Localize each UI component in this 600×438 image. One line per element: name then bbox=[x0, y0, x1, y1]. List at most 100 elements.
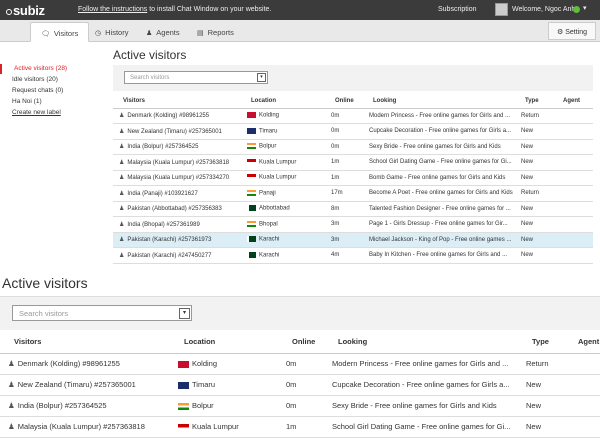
looking-page[interactable]: Michael Jackson - King of Pop - Free onl… bbox=[363, 232, 515, 248]
table-row[interactable]: ♟ New Zealand (Timaru) #257365001 Timaru 0m… bbox=[0, 374, 600, 396]
location: Timaru bbox=[259, 128, 278, 135]
table-row[interactable]: ♟ Pakistan (Karachi) #247450277 Karachi 4m B… bbox=[113, 247, 593, 264]
looking-page[interactable]: School Girl Dating Game - Free online ga… bbox=[363, 154, 515, 171]
online-time: 0m bbox=[325, 123, 363, 140]
chat-icon: 🗨 bbox=[41, 31, 50, 38]
looking-page[interactable]: Modern Princess - Free online games for … bbox=[324, 353, 518, 375]
person-icon: ♟ bbox=[119, 252, 125, 259]
visitor-type: Return bbox=[515, 185, 553, 202]
subscription-link[interactable]: Subscription bbox=[438, 6, 477, 13]
setting-button[interactable]: ⚙ Setting bbox=[548, 22, 597, 40]
location: Bolpur bbox=[259, 144, 277, 151]
visitor-name: New Zealand (Timaru) #257365001 bbox=[17, 380, 136, 389]
looking-page[interactable]: Baby In Kitchen - Free online games for … bbox=[363, 247, 515, 264]
online-time: 17m bbox=[325, 185, 363, 202]
table-row[interactable]: ♟ India (Bolpur) #257364525 Bolpur 0m Sexy B… bbox=[113, 139, 593, 155]
location: Abbottabad bbox=[259, 206, 290, 213]
col-location[interactable]: Location bbox=[241, 94, 325, 109]
table-row[interactable]: ♟ Denmark (Kolding) #98961255 Kolding 0m Mod… bbox=[113, 108, 593, 124]
tab-agents-label: Agents bbox=[156, 28, 180, 37]
sidebar-item-request-chats[interactable]: Request chats (0) bbox=[0, 86, 110, 96]
online-status-icon[interactable] bbox=[573, 6, 580, 13]
visitor-type: New bbox=[518, 374, 564, 396]
zoom-col-looking[interactable]: Looking bbox=[324, 331, 518, 354]
visitor-type: New bbox=[515, 154, 553, 171]
online-time: 8m bbox=[325, 201, 363, 217]
india-flag-icon bbox=[247, 143, 256, 150]
online-time: 0m bbox=[278, 353, 324, 375]
pakistan-flag-icon bbox=[247, 205, 256, 212]
online-time: 4m bbox=[325, 247, 363, 264]
looking-page[interactable]: Become A Poet - Free online games for Gi… bbox=[363, 185, 515, 202]
visitor-type: New bbox=[515, 139, 553, 155]
col-online[interactable]: Online bbox=[325, 94, 363, 109]
table-row[interactable]: ♟ India (Panaji) #103921627 Panaji 17m Becom… bbox=[113, 185, 593, 202]
online-time: 3m bbox=[325, 232, 363, 248]
tab-agents[interactable]: ♟ Agents bbox=[136, 22, 190, 42]
subiz-logo[interactable]: subiz bbox=[6, 3, 45, 18]
tab-history[interactable]: ◷ History bbox=[85, 22, 138, 42]
person-icon: ♟ bbox=[119, 159, 125, 166]
person-icon: ♟ bbox=[119, 144, 125, 151]
zoom-col-type[interactable]: Type bbox=[518, 331, 564, 354]
zoom-col-online[interactable]: Online bbox=[278, 331, 324, 354]
dropdown-icon[interactable]: ▾ bbox=[179, 308, 190, 319]
col-looking[interactable]: Looking bbox=[363, 94, 515, 109]
visitors-table: Visitors Location Online Looking Type Ag… bbox=[113, 94, 593, 264]
looking-page[interactable]: Bomb Game - Free online games for Girls … bbox=[363, 170, 515, 186]
online-time: 1m bbox=[325, 170, 363, 186]
location: Kolding bbox=[192, 359, 218, 368]
online-time: 0m bbox=[278, 374, 324, 396]
visitor-type: Return bbox=[518, 353, 564, 375]
visitor-name: Denmark (Kolding) #98961255 bbox=[127, 113, 210, 120]
table-row[interactable]: ♟ Malaysia (Kuala Lumpur) #257334270 Kuala… bbox=[113, 170, 593, 186]
tab-visitors[interactable]: 🗨 Visitors bbox=[30, 22, 90, 42]
create-label-link[interactable]: Create new label bbox=[0, 108, 110, 118]
table-row[interactable]: ♟ New Zealand (Timaru) #257365001 Timaru 0m… bbox=[113, 123, 593, 140]
malaysia-flag-icon bbox=[247, 174, 256, 181]
zoom-search-input[interactable]: Search visitors ▾ bbox=[12, 305, 192, 321]
sidebar-item-active-visitors[interactable]: Active visitors (28) bbox=[0, 64, 110, 74]
chart-icon: ▤ bbox=[197, 30, 204, 37]
dropdown-icon[interactable]: ▾ bbox=[257, 73, 266, 82]
location: Bolpur bbox=[192, 401, 214, 410]
zoom-col-agent[interactable]: Agent bbox=[564, 331, 600, 354]
table-row[interactable]: ♟ Denmark (Kolding) #98961255 Kolding 0m Mod… bbox=[0, 353, 600, 375]
sidebar-item-idle-visitors[interactable]: Idle visitors (20) bbox=[0, 75, 110, 85]
table-row-selected[interactable]: ♟ Pakistan (Karachi) #257361973 Karachi 3m M… bbox=[113, 232, 593, 248]
table-row[interactable]: ♟ India (Bhopal) #257361989 Bhopal 3m Page 1… bbox=[113, 216, 593, 233]
page-title: Active visitors bbox=[113, 48, 187, 62]
online-time: 1m bbox=[325, 154, 363, 171]
looking-page[interactable]: Cupcake Decoration - Free online games f… bbox=[363, 123, 515, 140]
table-row[interactable]: ♟ Pakistan (Abbottabad) #257356383 Abbotta… bbox=[113, 201, 593, 217]
sidebar-item-ha-noi[interactable]: Ha Noi (1) bbox=[0, 97, 110, 107]
col-type[interactable]: Type bbox=[515, 94, 553, 109]
tab-reports-label: Reports bbox=[207, 28, 234, 37]
looking-page[interactable]: Talented Fashion Designer - Free online … bbox=[363, 201, 515, 217]
zoom-col-visitors[interactable]: Visitors bbox=[0, 331, 170, 354]
avatar[interactable] bbox=[495, 3, 508, 16]
looking-page[interactable]: Sexy Bride - Free online games for Girls… bbox=[363, 139, 515, 155]
agent-cell bbox=[553, 123, 593, 140]
search-input[interactable]: Search visitors ▾ bbox=[124, 71, 268, 84]
welcome-text[interactable]: Welcome, Ngoc Anh bbox=[512, 6, 575, 13]
agent-cell bbox=[553, 201, 593, 217]
tab-reports[interactable]: ▤ Reports bbox=[187, 22, 244, 42]
instructions-link[interactable]: Follow the instructions bbox=[78, 6, 147, 13]
visitor-name: India (Bolpur) #257364525 bbox=[17, 401, 107, 410]
looking-page[interactable]: Modern Princess - Free online games for … bbox=[363, 108, 515, 124]
install-message-text: to install Chat Window on your website. bbox=[147, 6, 272, 13]
col-agent[interactable]: Agent bbox=[553, 94, 593, 109]
looking-page[interactable]: Page 1 - Girls Dressup - Free online gam… bbox=[363, 216, 515, 233]
agent-cell bbox=[553, 170, 593, 186]
col-visitors[interactable]: Visitors bbox=[113, 94, 241, 109]
visitor-type: New bbox=[515, 216, 553, 233]
visitor-type: Return bbox=[515, 108, 553, 124]
chevron-down-icon[interactable]: ▾ bbox=[583, 4, 587, 12]
looking-page[interactable]: Cupcake Decoration - Free online games f… bbox=[324, 374, 518, 396]
zoom-col-location[interactable]: Location bbox=[170, 331, 278, 354]
visitor-name: Malaysia (Kuala Lumpur) #257334270 bbox=[127, 175, 230, 182]
table-row[interactable]: ♟ India (Bolpur) #257364525 Bolpur 0m Sexy B… bbox=[0, 395, 600, 417]
table-row[interactable]: ♟ Malaysia (Kuala Lumpur) #257363818 Kuala… bbox=[113, 154, 593, 171]
looking-page[interactable]: Sexy Bride - Free online games for Girls… bbox=[324, 395, 518, 417]
